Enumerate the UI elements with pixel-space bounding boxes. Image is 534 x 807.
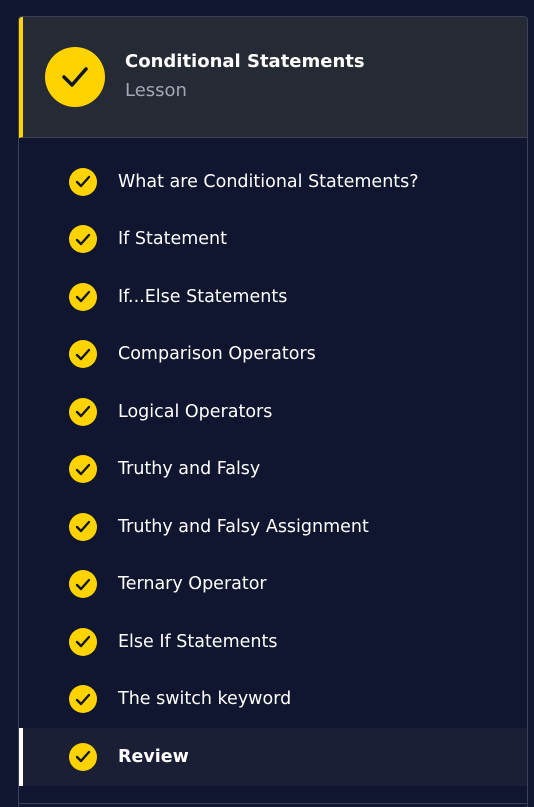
lesson-title: Conditional Statements	[125, 51, 365, 72]
check-circle-icon	[69, 282, 97, 311]
lesson-item[interactable]: Truthy and Falsy Assignment	[19, 498, 527, 556]
check-circle-icon	[69, 570, 97, 599]
lesson-item[interactable]: Ternary Operator	[19, 556, 527, 614]
check-circle-icon	[69, 397, 97, 426]
lesson-item-active[interactable]: Review	[19, 728, 527, 786]
check-circle-icon	[69, 512, 97, 541]
lesson-item-label: Truthy and Falsy Assignment	[118, 516, 369, 537]
lesson-item-label: Truthy and Falsy	[118, 459, 261, 480]
check-circle-icon	[69, 340, 97, 369]
lesson-item-label: Logical Operators	[118, 401, 273, 422]
lesson-item[interactable]: Truthy and Falsy	[19, 441, 527, 499]
lesson-item[interactable]: Else If Statements	[19, 613, 527, 671]
lesson-item[interactable]: If...Else Statements	[19, 268, 527, 326]
lesson-subtitle: Lesson	[125, 80, 187, 101]
lesson-item[interactable]: If Statement	[19, 211, 527, 269]
check-circle-icon	[69, 627, 97, 656]
check-circle-icon	[69, 167, 97, 196]
lesson-item-label: Comparison Operators	[118, 344, 316, 365]
lesson-item[interactable]: The switch keyword	[19, 671, 527, 729]
lesson-item-label: Ternary Operator	[118, 574, 267, 595]
lesson-header[interactable]: Conditional Statements Lesson	[19, 17, 527, 138]
check-circle-icon	[69, 455, 97, 484]
lesson-item[interactable]: Comparison Operators	[19, 326, 527, 384]
lesson-item-label: Else If Statements	[118, 631, 278, 652]
check-circle-icon	[45, 47, 105, 107]
check-circle-icon	[69, 742, 97, 771]
lesson-item-label: Review	[118, 746, 189, 767]
lesson-panel: Conditional Statements Lesson What are C…	[18, 16, 528, 807]
check-circle-icon	[69, 685, 97, 714]
check-circle-icon	[69, 225, 97, 254]
lesson-item-label: If Statement	[118, 229, 227, 250]
lesson-item[interactable]: Logical Operators	[19, 383, 527, 441]
lesson-item-list: What are Conditional Statements? If Stat…	[19, 153, 527, 786]
lesson-item-label: What are Conditional Statements?	[118, 171, 419, 192]
lesson-item[interactable]: What are Conditional Statements?	[19, 153, 527, 211]
divider	[19, 803, 527, 804]
lesson-item-label: The switch keyword	[118, 689, 292, 710]
lesson-item-label: If...Else Statements	[118, 286, 288, 307]
